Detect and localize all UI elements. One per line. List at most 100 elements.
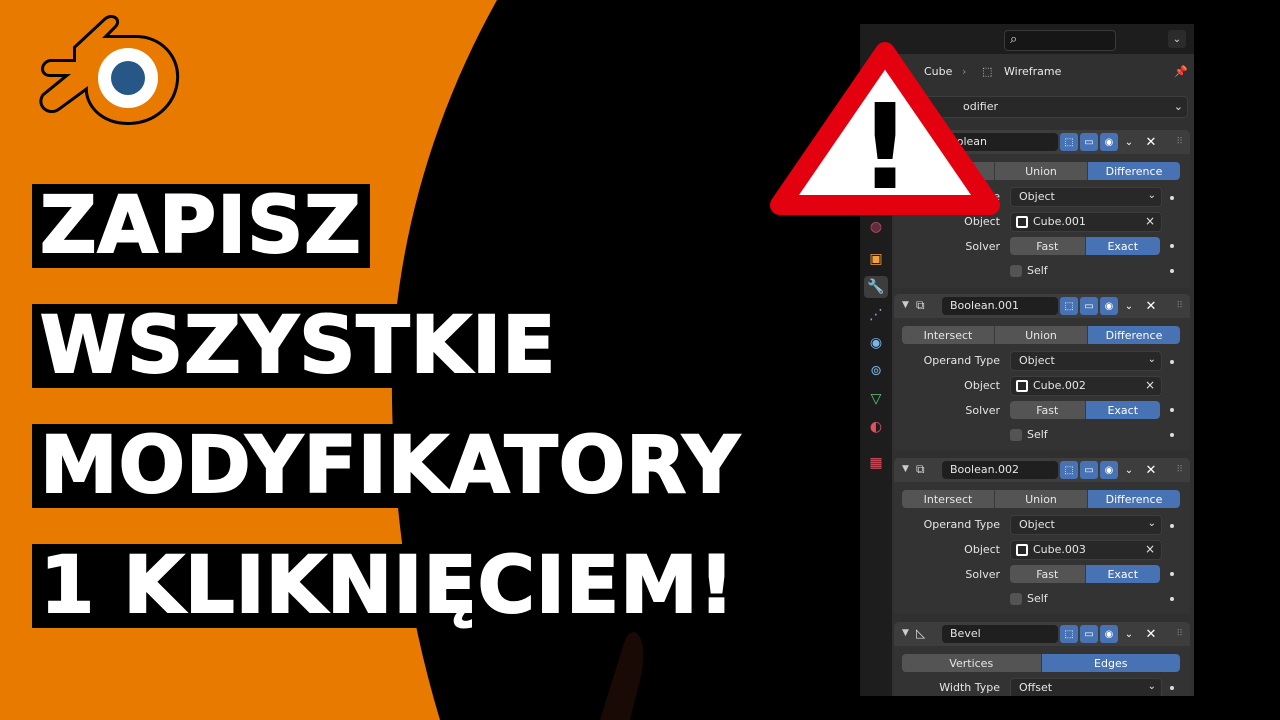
solver-selector[interactable]: Fast Exact <box>1010 401 1160 419</box>
viewport-toggle-icon[interactable]: ▭ <box>1080 461 1098 479</box>
modifier-name: Bevel <box>950 627 981 640</box>
solver-selector[interactable]: Fast Exact <box>1010 565 1160 583</box>
clear-icon[interactable]: × <box>1145 542 1155 556</box>
viewport-toggle-icon[interactable]: ▭ <box>1080 133 1098 151</box>
chevron-down-icon: ⌄ <box>1147 190 1156 201</box>
drag-handle-icon[interactable]: ⠿ <box>1176 629 1183 639</box>
chevron-down-icon[interactable]: ⌄ <box>1120 133 1138 151</box>
op-union[interactable]: Union <box>995 162 1088 180</box>
close-icon[interactable]: ✕ <box>1142 133 1160 151</box>
breadcrumb-modifier[interactable]: Wireframe <box>1004 65 1061 78</box>
keyframe-dot-icon[interactable] <box>1170 360 1174 364</box>
search-input[interactable]: ⌕ <box>1004 30 1116 51</box>
keyframe-dot-icon[interactable] <box>1170 524 1174 528</box>
close-icon[interactable]: ✕ <box>1142 625 1160 643</box>
render-toggle-icon[interactable]: ◉ <box>1100 133 1118 151</box>
bevel-affect-selector[interactable]: Vertices Edges <box>902 654 1180 672</box>
modifier-name-field[interactable]: Boolean.001 <box>942 297 1058 315</box>
keyframe-dot-icon[interactable] <box>1170 408 1174 412</box>
op-difference[interactable]: Difference <box>1088 326 1180 344</box>
affect-edges[interactable]: Edges <box>1041 654 1180 672</box>
close-icon[interactable]: ✕ <box>1142 461 1160 479</box>
width-type-label: Width Type <box>939 681 1000 694</box>
modifier-name-field[interactable]: Bevel <box>942 625 1058 643</box>
constraints-icon[interactable]: ⊚ <box>864 360 888 382</box>
keyframe-dot-icon[interactable] <box>1170 244 1174 248</box>
close-icon[interactable]: ✕ <box>1142 297 1160 315</box>
object-label: Object <box>964 543 1000 556</box>
clear-icon[interactable]: × <box>1145 378 1155 392</box>
operand-type-dropdown[interactable]: Object ⌄ <box>1010 187 1162 207</box>
op-difference[interactable]: Difference <box>1088 162 1180 180</box>
solver-selector[interactable]: Fast Exact <box>1010 237 1160 255</box>
headline-line-2: WSZYSTKIE <box>32 303 565 389</box>
particles-icon[interactable]: ⋰ <box>864 304 888 326</box>
chevron-down-icon[interactable]: ⌄ <box>1120 625 1138 643</box>
collapse-triangle-icon[interactable]: ▼ <box>902 300 909 310</box>
collapse-triangle-icon[interactable]: ▼ <box>902 464 909 474</box>
texture-icon[interactable]: ▦ <box>864 452 888 474</box>
viewport-toggle-icon[interactable]: ▭ <box>1080 625 1098 643</box>
solver-exact[interactable]: Exact <box>1085 401 1160 419</box>
chevron-down-icon[interactable]: ⌄ <box>1120 297 1138 315</box>
drag-handle-icon[interactable]: ⠿ <box>1176 465 1183 475</box>
op-intersect[interactable]: Intersect <box>902 490 995 508</box>
collapse-triangle-icon[interactable]: ▼ <box>902 628 909 638</box>
solver-fast[interactable]: Fast <box>1010 237 1086 255</box>
drag-handle-icon[interactable]: ⠿ <box>1176 301 1183 311</box>
keyframe-dot-icon[interactable] <box>1170 269 1174 273</box>
op-union[interactable]: Union <box>995 326 1088 344</box>
object-icon[interactable]: ▣ <box>864 248 888 270</box>
edit-mode-toggle-icon[interactable]: ⬚ <box>1060 461 1078 479</box>
object-field[interactable]: Cube.001 × <box>1010 212 1162 232</box>
keyframe-dot-icon[interactable] <box>1170 572 1174 576</box>
solver-label: Solver <box>965 240 1000 253</box>
viewport-toggle-icon[interactable]: ▭ <box>1080 297 1098 315</box>
width-type-value: Offset <box>1019 681 1053 694</box>
render-toggle-icon[interactable]: ◉ <box>1100 625 1118 643</box>
chevron-down-icon[interactable]: ⌄ <box>1120 461 1138 479</box>
boolean-operation-selector[interactable]: Intersect Union Difference <box>902 326 1180 344</box>
operand-type-dropdown[interactable]: Object ⌄ <box>1010 351 1162 371</box>
modifier-wrench-icon[interactable]: 🔧 <box>864 276 888 298</box>
solver-fast[interactable]: Fast <box>1010 565 1086 583</box>
render-toggle-icon[interactable]: ◉ <box>1100 461 1118 479</box>
object-field[interactable]: Cube.002 × <box>1010 376 1162 396</box>
render-toggle-icon[interactable]: ◉ <box>1100 297 1118 315</box>
keyframe-dot-icon[interactable] <box>1170 686 1174 690</box>
world-icon[interactable]: ◍ <box>864 216 888 238</box>
material-icon[interactable]: ◐ <box>864 416 888 438</box>
solver-exact[interactable]: Exact <box>1085 237 1160 255</box>
pin-icon[interactable]: 📌 <box>1174 65 1188 78</box>
edit-mode-toggle-icon[interactable]: ⬚ <box>1060 133 1078 151</box>
physics-icon[interactable]: ◉ <box>864 332 888 354</box>
op-intersect[interactable]: Intersect <box>902 326 995 344</box>
data-icon[interactable]: ▽ <box>864 388 888 410</box>
clear-icon[interactable]: × <box>1145 214 1155 228</box>
operand-type-dropdown[interactable]: Object ⌄ <box>1010 515 1162 535</box>
self-checkbox[interactable] <box>1010 593 1022 605</box>
object-label: Object <box>964 379 1000 392</box>
op-difference[interactable]: Difference <box>1088 490 1180 508</box>
modifier-header: ▼ ⧉ Boolean.002 ⬚ ▭ ◉ ⌄ ✕ ⠿ <box>894 458 1190 482</box>
keyframe-dot-icon[interactable] <box>1170 433 1174 437</box>
solver-fast[interactable]: Fast <box>1010 401 1086 419</box>
self-checkbox[interactable] <box>1010 265 1022 277</box>
warning-exclamation: ! <box>858 78 912 216</box>
panel-options-dropdown[interactable]: ⌄ <box>1168 30 1186 48</box>
op-union[interactable]: Union <box>995 490 1088 508</box>
headline-line-1: ZAPISZ <box>32 183 370 269</box>
drag-handle-icon[interactable]: ⠿ <box>1176 137 1183 147</box>
modifier-name-field[interactable]: Boolean.002 <box>942 461 1058 479</box>
keyframe-dot-icon[interactable] <box>1170 196 1174 200</box>
object-field[interactable]: Cube.003 × <box>1010 540 1162 560</box>
edit-mode-toggle-icon[interactable]: ⬚ <box>1060 625 1078 643</box>
self-checkbox[interactable] <box>1010 429 1022 441</box>
width-type-dropdown[interactable]: Offset ⌄ <box>1010 678 1162 696</box>
headline-line-3: MODYFIKATORY <box>32 423 749 509</box>
edit-mode-toggle-icon[interactable]: ⬚ <box>1060 297 1078 315</box>
solver-exact[interactable]: Exact <box>1085 565 1160 583</box>
keyframe-dot-icon[interactable] <box>1170 597 1174 601</box>
affect-vertices[interactable]: Vertices <box>902 654 1042 672</box>
boolean-operation-selector[interactable]: Intersect Union Difference <box>902 490 1180 508</box>
